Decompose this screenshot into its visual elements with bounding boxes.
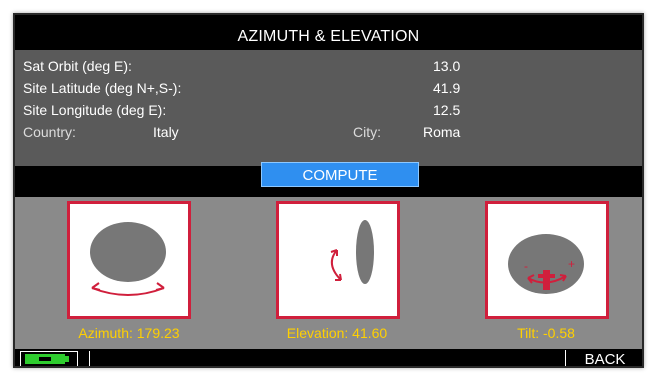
sat-orbit-value[interactable]: 13.0 [433, 56, 513, 76]
compute-button[interactable]: COMPUTE [261, 162, 419, 187]
tilt-result: Tilt: -0.58 [517, 325, 575, 341]
elevation-result: Elevation: 41.60 [286, 325, 388, 341]
tilt-minus-mark: - [524, 259, 528, 273]
elevation-diagram [276, 201, 400, 319]
azimuth-diagram [67, 201, 191, 319]
tilt-diagram: - + [485, 201, 609, 319]
elevation-dish-icon [330, 220, 374, 284]
country-label: Country: [23, 124, 76, 140]
results-panel: Azimuth: 179.23 Elevation: 41.60 - + Til… [15, 197, 642, 349]
battery-icon [20, 351, 78, 366]
device-screen: AZIMUTH & ELEVATION Sat Orbit (deg E): 1… [13, 13, 644, 368]
status-divider [89, 351, 90, 366]
country-value[interactable]: Italy [153, 122, 179, 142]
azimuth-dish-icon [90, 222, 166, 296]
site-latitude-value[interactable]: 41.9 [433, 78, 513, 98]
azimuth-result: Azimuth: 179.23 [78, 325, 180, 341]
city-value[interactable]: Roma [423, 122, 460, 142]
info-panel: Sat Orbit (deg E): 13.0 Site Latitude (d… [15, 50, 642, 166]
back-button[interactable]: BACK [565, 350, 642, 366]
status-bar [15, 350, 642, 366]
page-title: AZIMUTH & ELEVATION [237, 28, 420, 45]
site-longitude-label: Site Longitude (deg E): [23, 102, 167, 118]
sat-orbit-label: Sat Orbit (deg E): [23, 58, 132, 74]
tilt-dish-icon: - + [508, 234, 584, 294]
site-longitude-value[interactable]: 12.5 [433, 100, 513, 120]
site-latitude-label: Site Latitude (deg N+,S-): [23, 80, 182, 96]
tilt-plus-mark: + [568, 257, 575, 271]
city-label: City: [353, 124, 381, 140]
